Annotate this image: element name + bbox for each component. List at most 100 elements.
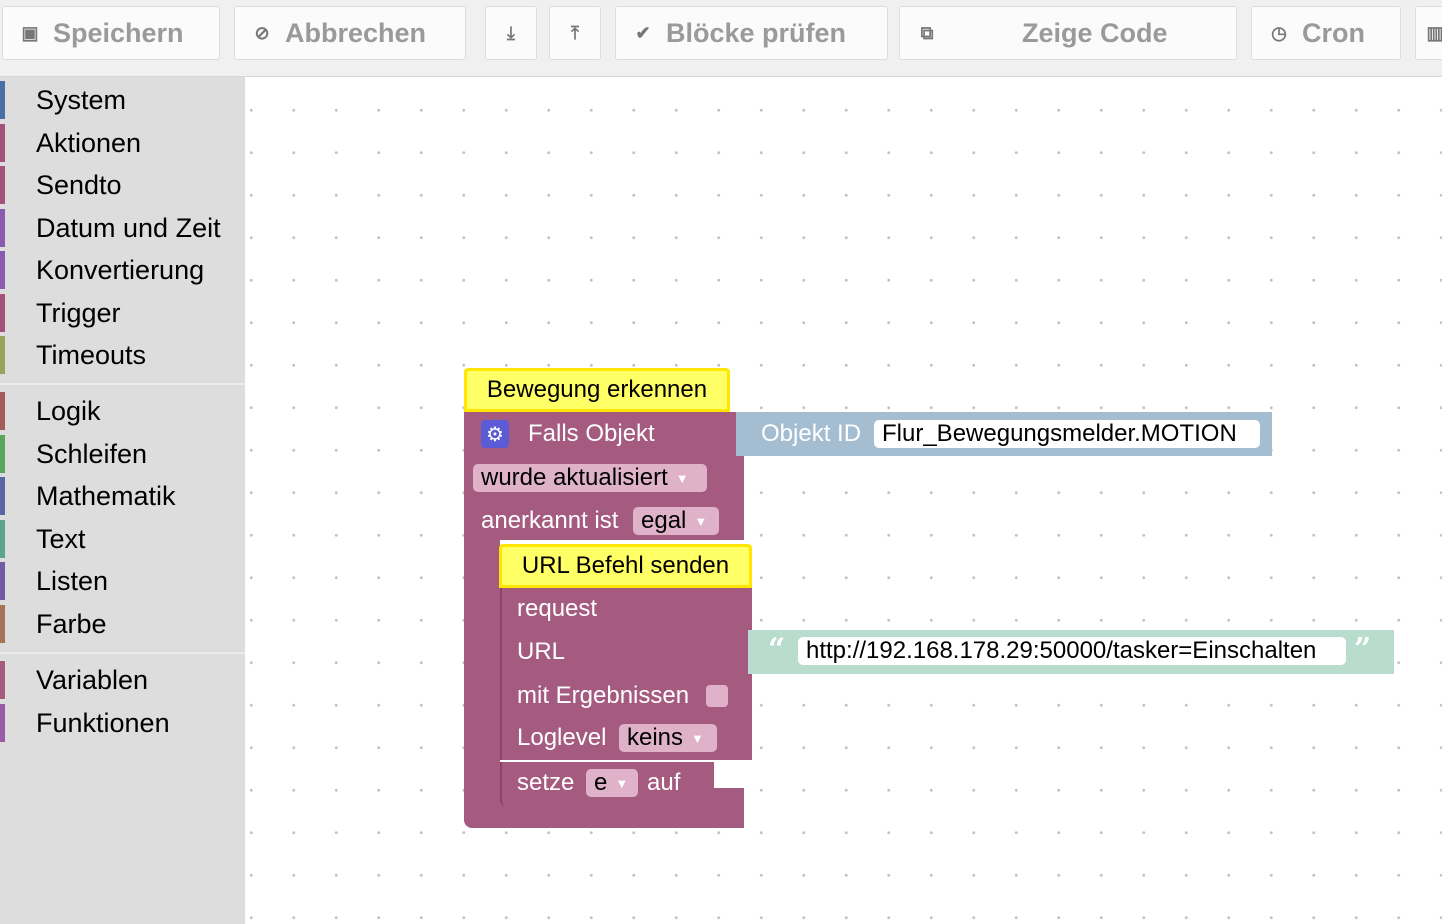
category-sendto[interactable]: Sendto xyxy=(0,164,245,206)
to-label: auf xyxy=(647,769,681,796)
cron-button[interactable]: ◷ Cron xyxy=(1251,6,1401,60)
check-blocks-label: Blöcke prüfen xyxy=(666,17,847,48)
category-label: Listen xyxy=(36,565,109,596)
category-color-bar xyxy=(0,251,5,289)
event-dropdown-value: wurde aktualisiert xyxy=(481,464,668,491)
loglevel-label: Loglevel xyxy=(517,724,607,751)
ack-dropdown[interactable]: egal ▼ xyxy=(633,507,719,535)
category-aktionen[interactable]: Aktionen xyxy=(0,122,245,164)
save-icon: ▣ xyxy=(21,22,39,43)
category-label: Text xyxy=(36,523,86,554)
url-field[interactable]: http://192.168.178.29:50000/tasker=Einsc… xyxy=(798,637,1346,665)
category-separator xyxy=(0,383,245,385)
category-label: Farbe xyxy=(36,608,107,639)
save-button-label: Speichern xyxy=(53,17,184,48)
toolbar: ▣ Speichern ⊘ Abbrechen ⤓ ⤒ ✔ Blöcke prü… xyxy=(0,0,1442,77)
category-schleifen[interactable]: Schleifen xyxy=(0,433,245,475)
category-label: Logik xyxy=(36,395,101,426)
request-comment-text: URL Befehl senden xyxy=(521,552,730,579)
cron-button-label: Cron xyxy=(1302,17,1365,48)
cancel-icon: ⊘ xyxy=(254,22,270,43)
chevron-down-icon: ▼ xyxy=(615,775,629,791)
upload-icon: ⤒ xyxy=(571,22,579,43)
save-button[interactable]: ▣ Speichern xyxy=(2,6,220,60)
category-color-bar xyxy=(0,661,5,699)
check-blocks-button[interactable]: ✔ Blöcke prüfen xyxy=(615,6,888,60)
show-code-button[interactable]: ⧉ Zeige Code xyxy=(899,6,1237,60)
object-id-field[interactable]: Flur_Bewegungsmelder.MOTION xyxy=(874,420,1260,448)
import-button[interactable]: ⤒ xyxy=(549,6,601,60)
category-color-bar xyxy=(0,562,5,600)
url-label: URL xyxy=(517,638,566,665)
category-logik[interactable]: Logik xyxy=(0,390,245,432)
category-color-bar xyxy=(0,477,5,515)
category-color-bar xyxy=(0,435,5,473)
category-variablen[interactable]: Variablen xyxy=(0,659,245,701)
category-color-bar xyxy=(0,209,5,247)
set-label: setze xyxy=(517,769,575,796)
ack-dropdown-value: egal xyxy=(641,507,687,534)
loglevel-dropdown[interactable]: keins ▼ xyxy=(619,724,717,752)
category-color-bar xyxy=(0,605,5,643)
chevron-down-icon: ▼ xyxy=(675,470,689,486)
download-icon: ⤓ xyxy=(507,22,515,43)
category-separator xyxy=(0,652,245,654)
category-color-bar xyxy=(0,392,5,430)
request-title: request xyxy=(517,595,598,622)
category-label: Sendto xyxy=(36,169,122,200)
category-system[interactable]: System xyxy=(0,79,245,121)
chevron-down-icon: ▼ xyxy=(691,730,704,746)
menu-icon: ▥ xyxy=(1426,22,1442,43)
category-farbe[interactable]: Farbe xyxy=(0,603,245,645)
category-color-bar xyxy=(0,166,5,204)
object-id-label: Objekt ID xyxy=(761,420,862,447)
category-color-bar xyxy=(0,294,5,332)
trigger-comment-text: Bewegung erkennen xyxy=(486,376,708,403)
blockly-workspace[interactable] xyxy=(246,77,1442,924)
code-icon: ⧉ xyxy=(920,22,934,43)
cancel-button[interactable]: ⊘ Abbrechen xyxy=(234,6,466,60)
category-color-bar xyxy=(0,81,5,119)
variable-dropdown-value: e xyxy=(594,769,608,796)
category-text[interactable]: Text xyxy=(0,518,245,560)
close-quote-icon: ” xyxy=(1354,632,1372,667)
category-label: Trigger xyxy=(36,297,121,328)
cancel-button-label: Abbrechen xyxy=(285,17,427,48)
category-label: Aktionen xyxy=(36,127,142,158)
category-label: Mathematik xyxy=(36,480,176,511)
category-color-bar xyxy=(0,124,5,162)
category-color-bar xyxy=(0,520,5,558)
object-id-value: Flur_Bewegungsmelder.MOTION xyxy=(882,420,1237,447)
category-label: Datum und Zeit xyxy=(36,212,221,243)
category-color-bar xyxy=(0,336,5,374)
category-funktionen[interactable]: Funktionen xyxy=(0,702,245,744)
category-label: Variablen xyxy=(36,664,149,695)
open-quote-icon: “ xyxy=(768,632,786,667)
category-label: Schleifen xyxy=(36,438,148,469)
event-dropdown[interactable]: wurde aktualisiert ▼ xyxy=(473,464,707,492)
category-label: Konvertierung xyxy=(36,254,205,285)
trigger-block-side xyxy=(464,540,500,788)
url-value: http://192.168.178.29:50000/tasker=Einsc… xyxy=(806,637,1317,664)
trigger-title: Falls Objekt xyxy=(528,420,655,447)
category-timeouts[interactable]: Timeouts xyxy=(0,334,245,376)
category-datum-und-zeit[interactable]: Datum und Zeit xyxy=(0,207,245,249)
category-listen[interactable]: Listen xyxy=(0,560,245,602)
request-comment[interactable]: URL Befehl senden xyxy=(499,544,752,588)
clock-icon: ◷ xyxy=(1271,22,1287,43)
category-mathematik[interactable]: Mathematik xyxy=(0,475,245,517)
gear-icon[interactable]: ⚙ xyxy=(481,420,509,448)
category-sidebar: System Aktionen Sendto Datum und Zeit Ko… xyxy=(0,77,245,924)
category-label: Funktionen xyxy=(36,707,170,738)
chevron-down-icon: ▼ xyxy=(694,513,708,529)
results-checkbox[interactable] xyxy=(706,685,728,707)
category-konvertierung[interactable]: Konvertierung xyxy=(0,249,245,291)
variable-dropdown[interactable]: e ▼ xyxy=(586,769,638,797)
export-button[interactable]: ⤓ xyxy=(485,6,537,60)
category-label: Timeouts xyxy=(36,339,147,370)
show-code-label: Zeige Code xyxy=(1022,17,1168,48)
category-trigger[interactable]: Trigger xyxy=(0,292,245,334)
category-label: System xyxy=(36,84,127,115)
more-button[interactable]: ▥ xyxy=(1415,6,1442,60)
trigger-comment[interactable]: Bewegung erkennen xyxy=(464,368,730,412)
